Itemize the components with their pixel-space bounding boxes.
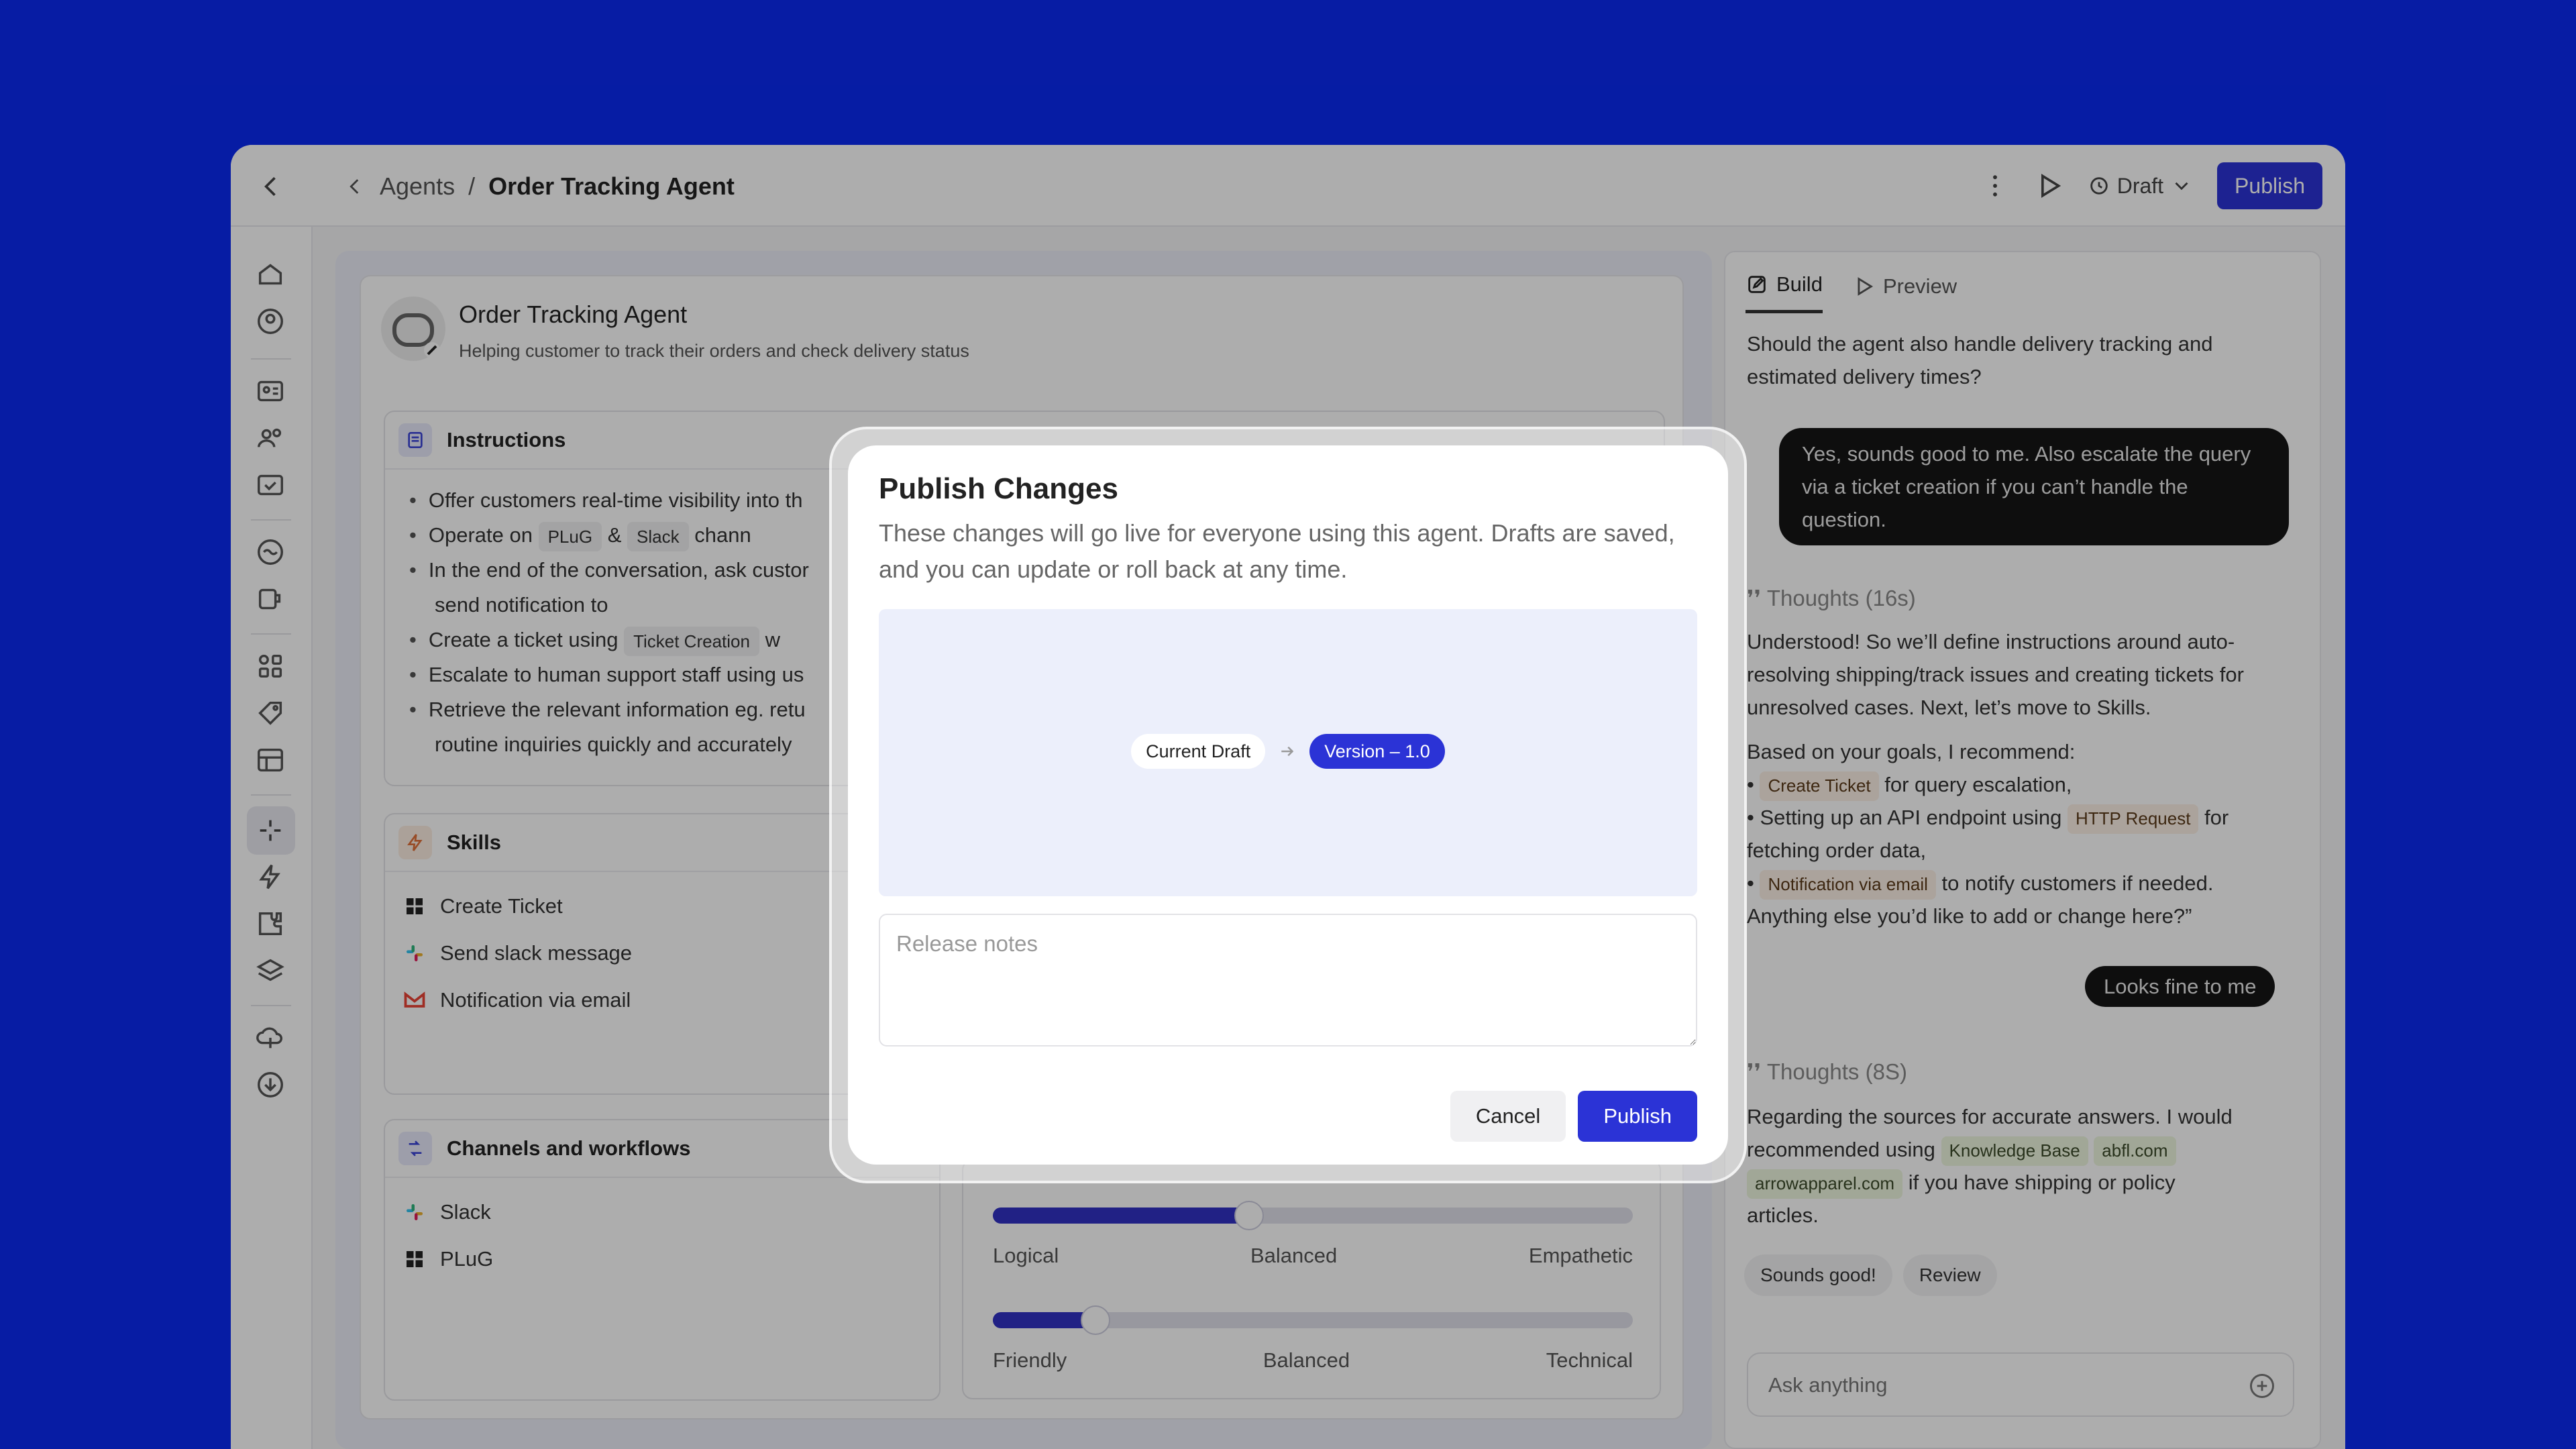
version-flow: Current Draft Version – 1.0 — [879, 734, 1697, 769]
version-preview: Current Draft Version – 1.0 — [879, 609, 1697, 896]
release-notes-input[interactable] — [879, 914, 1697, 1046]
modal-description: These changes will go live for everyone … — [879, 519, 1675, 583]
publish-button[interactable]: Publish — [1578, 1091, 1697, 1142]
cancel-button[interactable]: Cancel — [1450, 1091, 1566, 1142]
arrow-right-icon — [1277, 741, 1297, 761]
modal-actions: Cancel Publish — [1450, 1091, 1697, 1142]
publish-modal: Publish Changes These changes will go li… — [848, 445, 1728, 1165]
new-version-chip: Version – 1.0 — [1309, 734, 1445, 769]
current-draft-chip: Current Draft — [1131, 734, 1266, 769]
modal-title: Publish Changes — [879, 472, 1118, 505]
